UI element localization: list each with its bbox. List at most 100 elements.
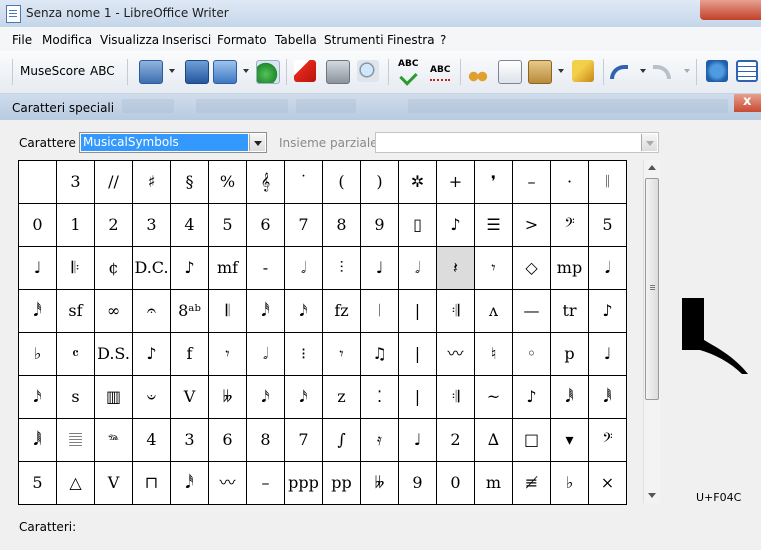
character-cell[interactable]: 8ᵃᵇ <box>170 289 209 333</box>
character-cell[interactable]: ♩ <box>18 246 57 290</box>
character-cell[interactable]: ▥ <box>94 375 133 419</box>
character-cell[interactable]: 𝄾 <box>208 332 247 376</box>
character-cell[interactable]: 7 <box>284 203 323 247</box>
character-cell[interactable]: > <box>512 203 551 247</box>
character-cell[interactable]: pp <box>322 461 361 505</box>
character-cell[interactable]: ❜ <box>474 160 513 204</box>
character-grid-scrollbar[interactable] <box>643 160 660 503</box>
character-cell[interactable]: p <box>550 332 589 376</box>
character-cell[interactable]: 6 <box>208 418 247 462</box>
character-cell[interactable]: ♩ <box>398 418 437 462</box>
character-cell[interactable]: 2 <box>94 203 133 247</box>
character-cell[interactable]: ♯ <box>132 160 171 204</box>
character-cell[interactable]: 𝅘𝅥𝅯 <box>284 289 323 333</box>
character-cell[interactable]: 𝄴 <box>56 332 95 376</box>
character-cell[interactable]: 9 <box>398 461 437 505</box>
character-cell[interactable]: 𝅘𝅥𝅰 <box>246 289 285 333</box>
send-email-icon[interactable] <box>256 60 280 84</box>
character-cell[interactable]: ◦ <box>512 332 551 376</box>
character-cell[interactable]: 𝄢 <box>588 418 627 462</box>
character-cell[interactable]: sf <box>56 289 95 333</box>
autospellcheck-button[interactable]: ABC <box>430 65 450 75</box>
character-cell[interactable]: 𝅗𝅥 <box>284 246 323 290</box>
character-cell[interactable] <box>18 160 57 204</box>
scroll-up-arrow[interactable] <box>648 165 656 170</box>
character-cell[interactable]: - <box>246 246 285 290</box>
character-cell[interactable]: ppp <box>284 461 323 505</box>
character-cell[interactable]: 7 <box>284 418 323 462</box>
character-cell[interactable]: % <box>208 160 247 204</box>
character-cell[interactable]: ♪ <box>436 203 475 247</box>
character-cell[interactable]: fz <box>322 289 361 333</box>
character-cell[interactable]: ♪ <box>512 375 551 419</box>
table-icon[interactable] <box>736 60 758 82</box>
character-cell[interactable]: 𝄐 <box>132 289 171 333</box>
character-cell[interactable]: ≢ <box>512 461 551 505</box>
character-cell[interactable]: 3 <box>56 160 95 204</box>
character-cell[interactable]: · <box>550 160 589 204</box>
character-cell[interactable]: 𝄿 <box>360 418 399 462</box>
character-cell[interactable]: m <box>474 461 513 505</box>
character-cell[interactable]: 4 <box>170 203 209 247</box>
character-cell[interactable]: 5 <box>208 203 247 247</box>
character-cell[interactable]: ∆ <box>474 418 513 462</box>
character-cell[interactable]: ☰ <box>474 203 513 247</box>
character-cell[interactable]: ⁝ <box>284 332 323 376</box>
character-cell[interactable]: 𝄫 <box>208 375 247 419</box>
menu-modifica[interactable]: Modifica <box>42 33 92 47</box>
character-cell[interactable]: V <box>170 375 209 419</box>
character-cell[interactable]: mf <box>208 246 247 290</box>
paste-dropdown-arrow[interactable] <box>558 69 564 73</box>
character-cell[interactable]: ¢ <box>94 246 133 290</box>
character-cell[interactable]: z <box>322 375 361 419</box>
character-cell[interactable]: + <box>436 160 475 204</box>
menu-finestra[interactable]: Finestra <box>387 33 435 47</box>
character-cell[interactable]: 𝄆 <box>56 246 95 290</box>
character-cell[interactable]: tr <box>550 289 589 333</box>
character-cell[interactable]: 𝅘𝅥𝅲 <box>18 418 57 462</box>
clone-formatting-brush-icon[interactable] <box>572 60 594 82</box>
character-cell[interactable]: 𝄢 <box>550 203 589 247</box>
character-cell[interactable]: □ <box>512 418 551 462</box>
character-cell[interactable]: 𝄑 <box>132 375 171 419</box>
redo-arrow-icon[interactable] <box>653 65 671 79</box>
character-cell[interactable]: 𝅗𝅥 <box>398 246 437 290</box>
musescore-button[interactable]: MuseScore <box>20 64 85 78</box>
character-cell[interactable]: 𝅘𝅥 <box>588 246 627 290</box>
undo-dropdown-arrow[interactable] <box>640 69 646 73</box>
character-cell[interactable]: ∫ <box>322 418 361 462</box>
character-cell[interactable]: 𝅘𝅥𝅰 <box>170 461 209 505</box>
character-cell[interactable]: 𝅘𝅥𝅱 <box>588 375 627 419</box>
character-cell[interactable]: 𝅘𝅥𝅯 <box>18 375 57 419</box>
character-cell[interactable]: 〰 <box>208 461 247 505</box>
abc-button[interactable]: ABC <box>90 64 115 78</box>
character-cell[interactable]: 0 <box>436 461 475 505</box>
character-cell[interactable]: // <box>94 160 133 204</box>
character-cell[interactable]: ♫ <box>360 332 399 376</box>
character-cell[interactable]: 8 <box>322 203 361 247</box>
character-cell[interactable]: ⫶ <box>322 246 361 290</box>
character-cell[interactable]: 𝄁 <box>588 160 627 204</box>
character-cell[interactable]: 𝄃 <box>208 289 247 333</box>
character-cell[interactable]: 𝆮 <box>94 418 133 462</box>
scroll-down-arrow[interactable] <box>648 493 656 498</box>
character-cell[interactable]: 𝅘𝅥𝅯 <box>284 375 323 419</box>
character-cell[interactable]: × <box>588 461 627 505</box>
character-cell[interactable]: ʌ <box>474 289 513 333</box>
redo-dropdown-arrow[interactable] <box>684 69 690 73</box>
character-cell[interactable]: 1 <box>56 203 95 247</box>
character-cell[interactable]: ♭ <box>550 461 589 505</box>
character-cell[interactable]: 𝄾 <box>322 332 361 376</box>
font-dropdown-arrow[interactable] <box>249 134 265 151</box>
character-cell[interactable]: – <box>246 461 285 505</box>
character-cell[interactable]: ♩ <box>360 246 399 290</box>
character-cell[interactable]: 5 <box>18 461 57 505</box>
character-cell[interactable]: 3 <box>132 203 171 247</box>
undo-arrow-icon[interactable] <box>610 65 628 79</box>
character-cell[interactable]: 𝄫 <box>360 461 399 505</box>
character-cell[interactable]: 3 <box>170 418 209 462</box>
character-cell[interactable]: 𝅘𝅥𝅯 <box>246 375 285 419</box>
character-cell[interactable]: ✲ <box>398 160 437 204</box>
character-cell[interactable]: ♩ <box>588 332 627 376</box>
menu-help[interactable]: ? <box>440 33 446 47</box>
